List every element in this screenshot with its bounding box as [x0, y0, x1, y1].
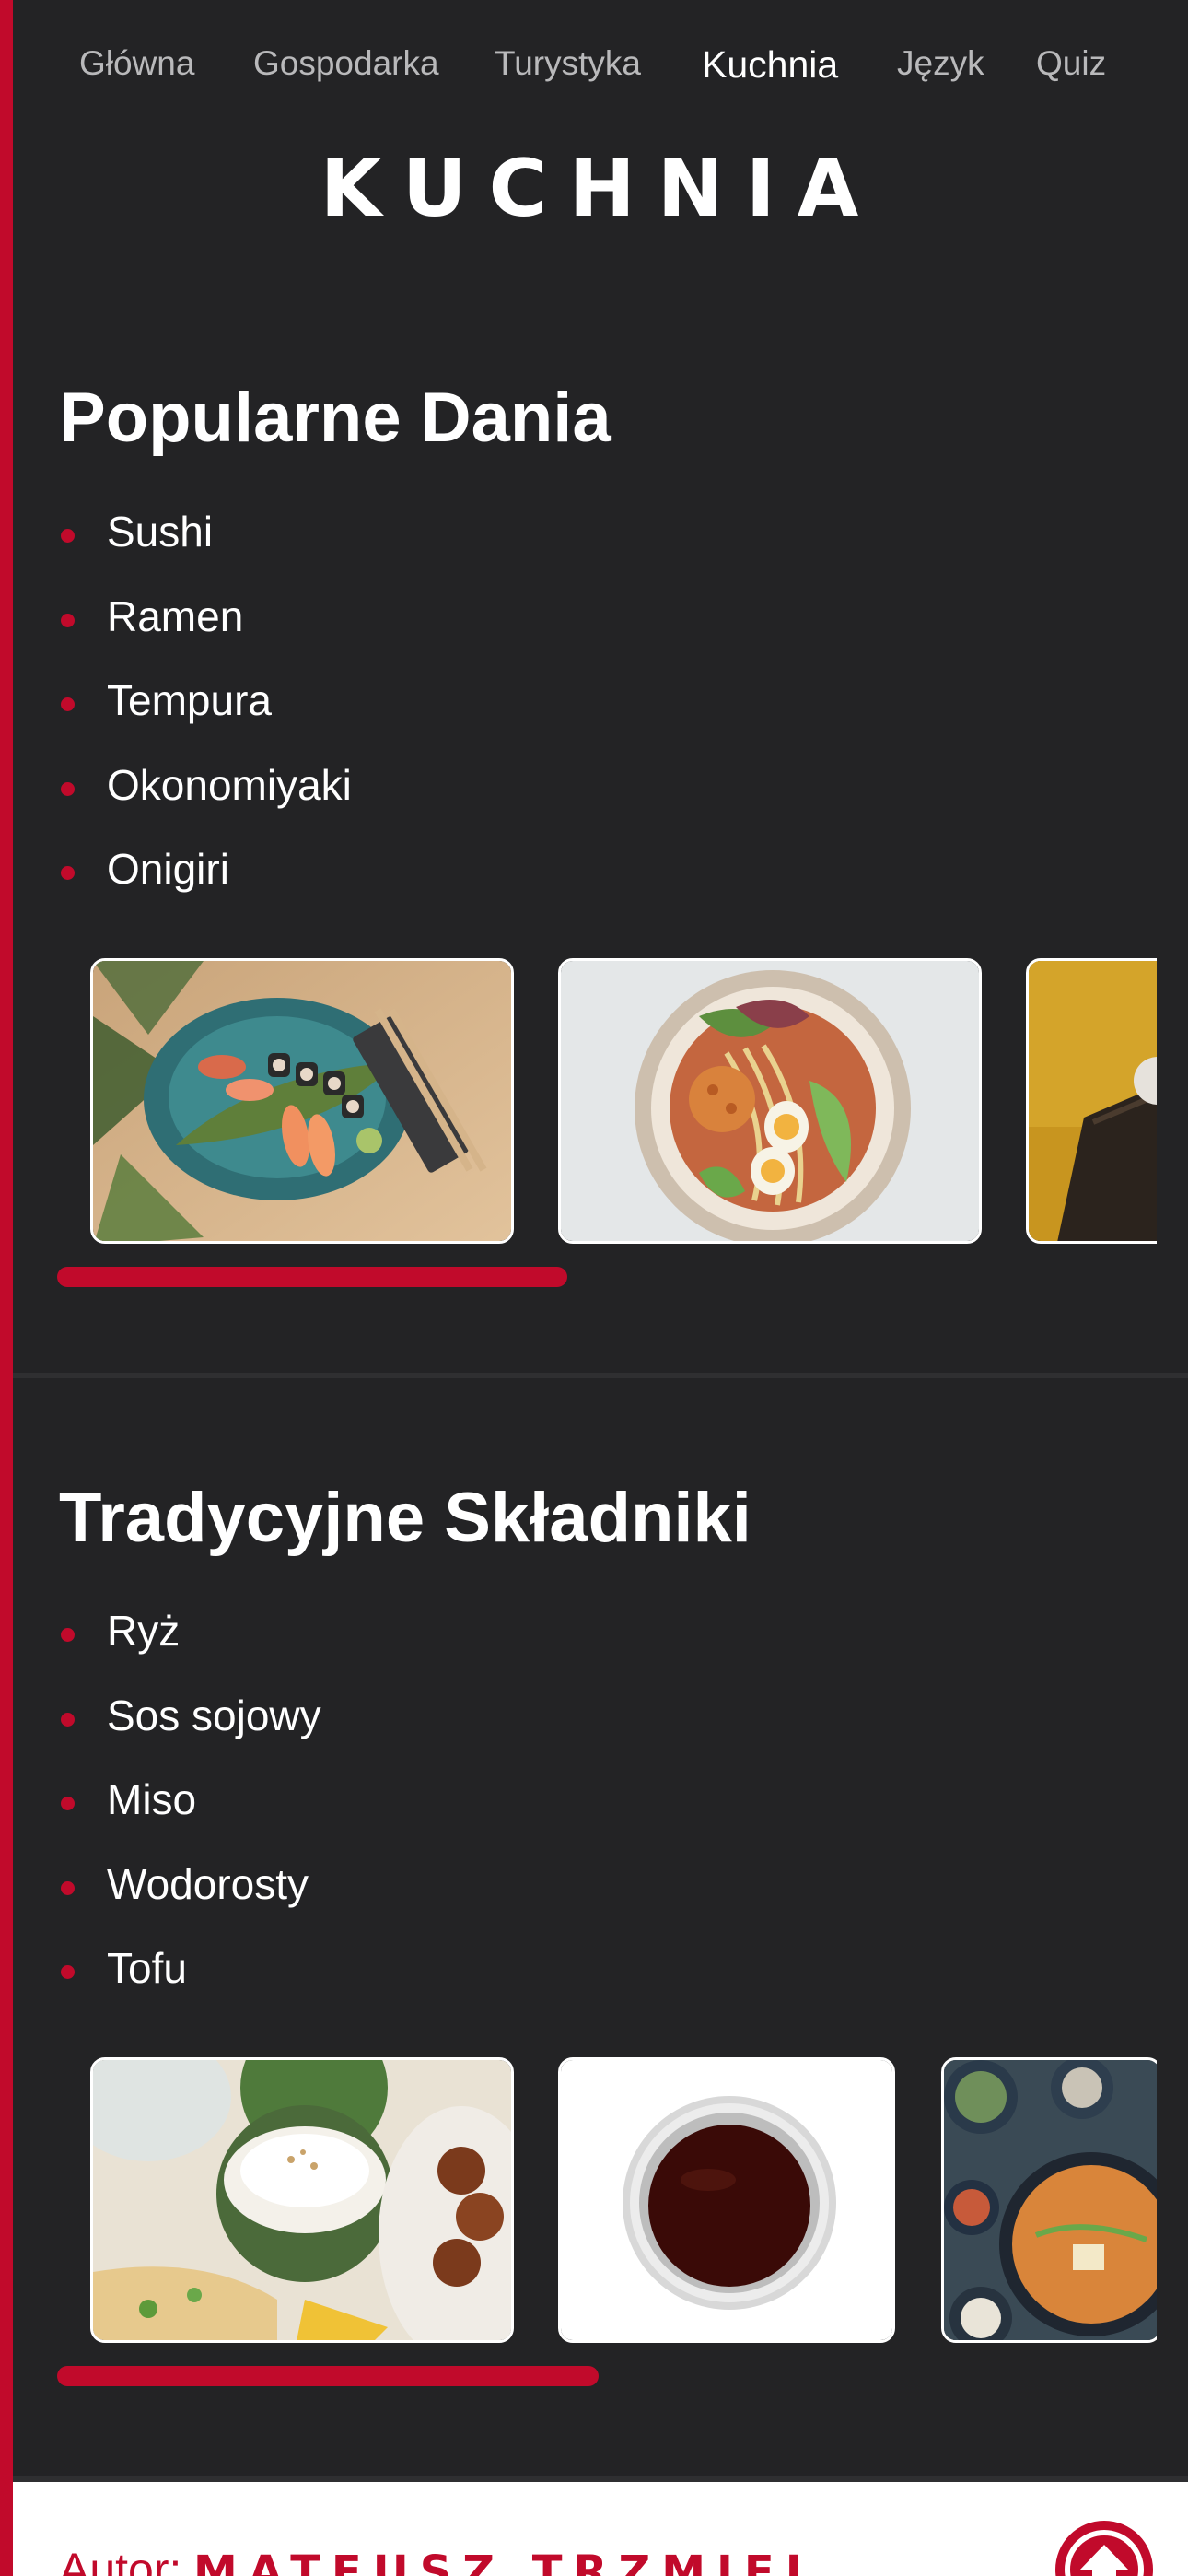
ingredient-gallery[interactable] — [79, 2057, 1157, 2347]
nav-item-quiz[interactable]: Quiz — [1036, 44, 1106, 83]
bullet-icon — [61, 1712, 75, 1727]
gallery-scrollbar[interactable] — [57, 2366, 599, 2386]
bullet-icon — [61, 1797, 75, 1810]
bullet-icon — [61, 1965, 75, 1979]
bullet-icon — [61, 529, 75, 543]
bullet-icon — [61, 1880, 75, 1895]
nav-item-jezyk[interactable]: Język — [897, 44, 984, 83]
page-logo-title: KUCHNIA — [320, 143, 881, 235]
miso-soup-photo — [941, 2057, 1157, 2343]
nav-item-gospodarka[interactable]: Gospodarka — [253, 44, 439, 83]
soy-sauce-photo — [558, 2057, 895, 2343]
section-title: Tradycyjne Składniki — [59, 1479, 751, 1557]
sushi-plate-photo — [90, 958, 514, 1244]
bullet-icon — [61, 697, 75, 711]
rice-meal-photo — [90, 2057, 514, 2343]
arrow-up-icon — [1065, 2530, 1144, 2576]
author-label: Autor: — [59, 2544, 182, 2576]
bullet-icon — [61, 613, 75, 627]
nav-item-kuchnia[interactable]: Kuchnia — [702, 43, 838, 87]
gallery-scrollbar[interactable] — [57, 1267, 567, 1287]
scroll-top-button[interactable] — [1055, 2521, 1153, 2576]
bullet-icon — [61, 866, 75, 880]
ramen-bowl-photo — [558, 958, 982, 1244]
page-footer: Autor: MATEUSZ TRZMIEL — [13, 2482, 1188, 2576]
nav-item-glowna[interactable]: Główna — [79, 44, 194, 83]
section-title: Popularne Dania — [59, 379, 611, 457]
author-name: MATEUSZ TRZMIEL — [193, 2547, 825, 2576]
dish-gallery[interactable] — [79, 958, 1157, 1247]
tempura-tray-photo — [1026, 958, 1157, 1244]
top-navigation: Główna Gospodarka Turystyka Kuchnia Języ… — [13, 0, 1188, 129]
bullet-icon — [61, 781, 75, 796]
nav-item-turystyka[interactable]: Turystyka — [495, 44, 641, 83]
section-divider — [13, 1373, 1188, 1378]
bullet-icon — [61, 1628, 75, 1642]
accent-side-bar — [0, 0, 13, 2576]
